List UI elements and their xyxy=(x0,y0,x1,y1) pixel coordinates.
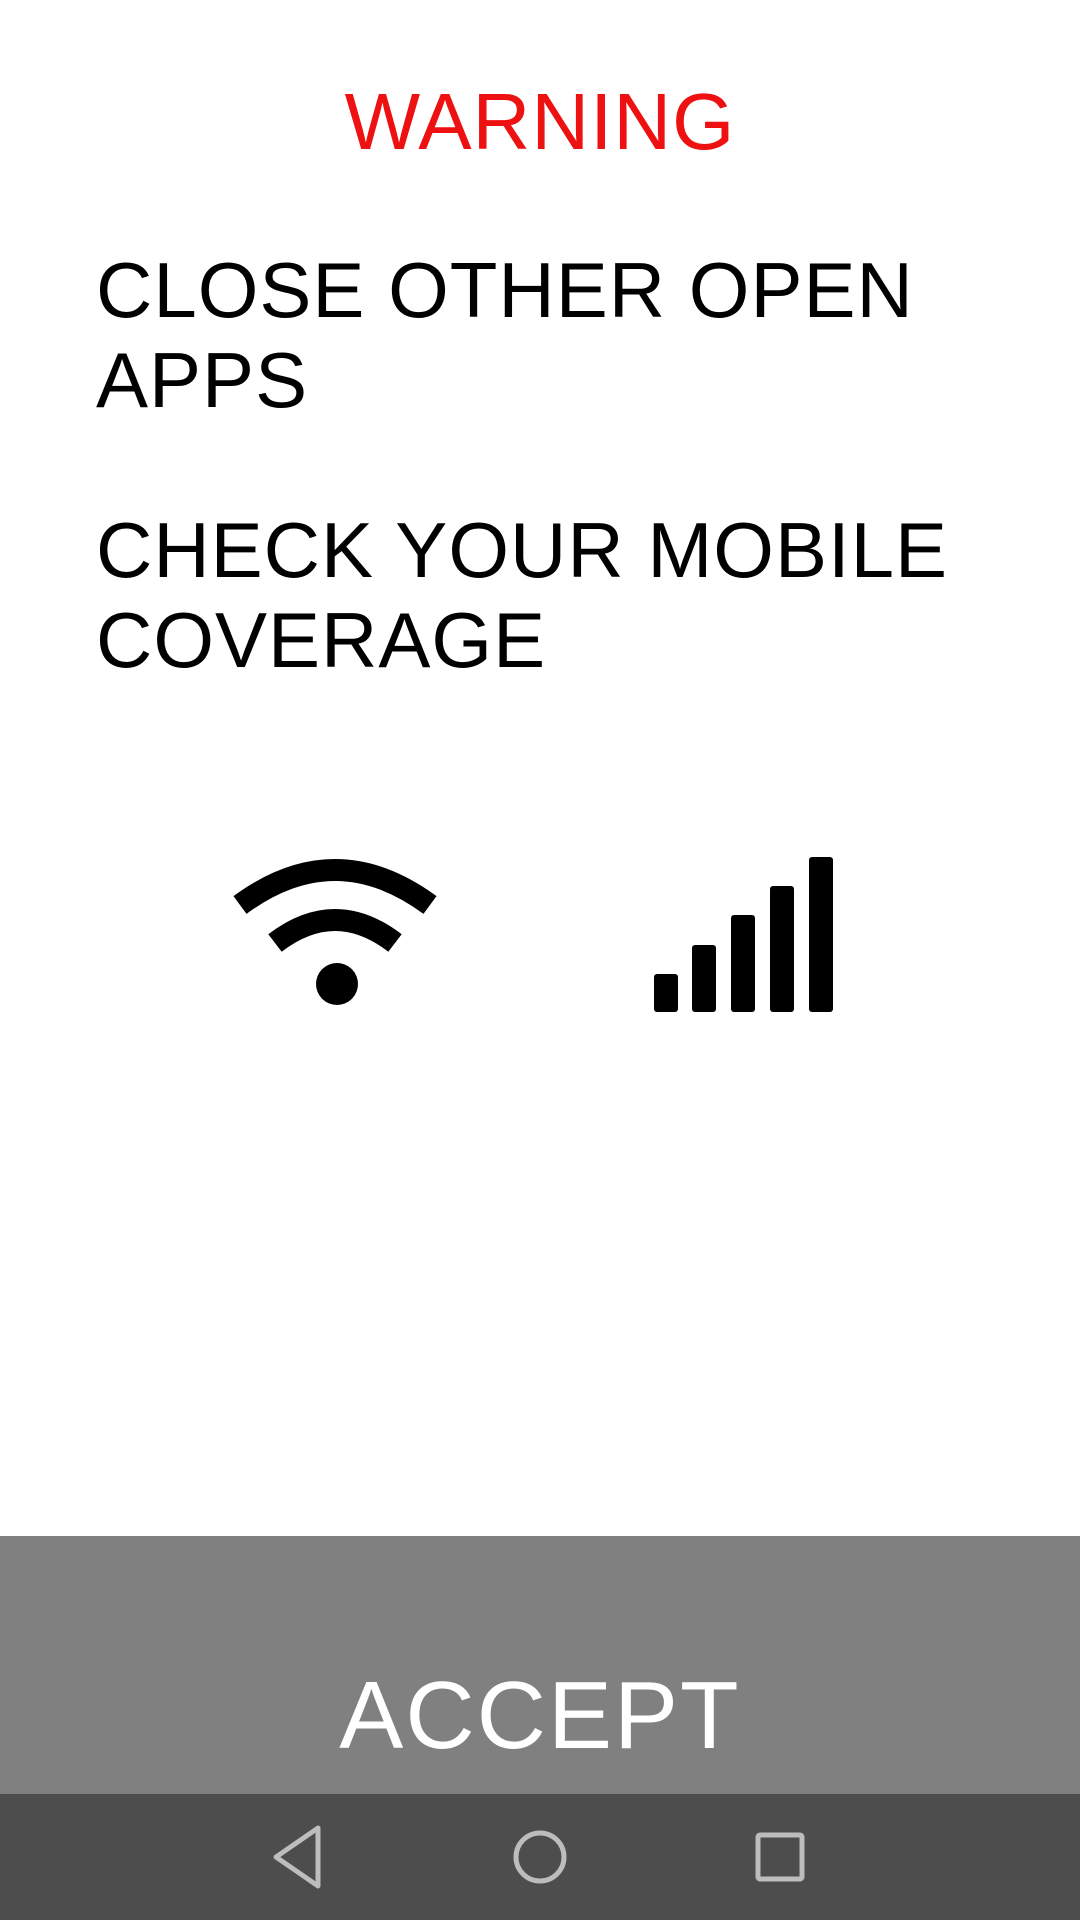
check-coverage-message: CHECK YOUR MOBILE COVERAGE xyxy=(96,506,949,684)
back-icon[interactable] xyxy=(262,1820,336,1894)
close-apps-message: CLOSE OTHER OPEN APPS xyxy=(96,246,914,424)
navigation-bar xyxy=(0,1794,1080,1920)
recents-icon[interactable] xyxy=(743,1820,817,1894)
wifi-icon xyxy=(233,859,437,1005)
accept-button[interactable]: ACCEPT xyxy=(0,1536,1080,1794)
home-icon[interactable] xyxy=(503,1820,577,1894)
cellular-signal-icon xyxy=(654,857,833,1012)
accept-button-label: ACCEPT xyxy=(339,1662,741,1769)
warning-title: WARNING xyxy=(344,77,736,166)
